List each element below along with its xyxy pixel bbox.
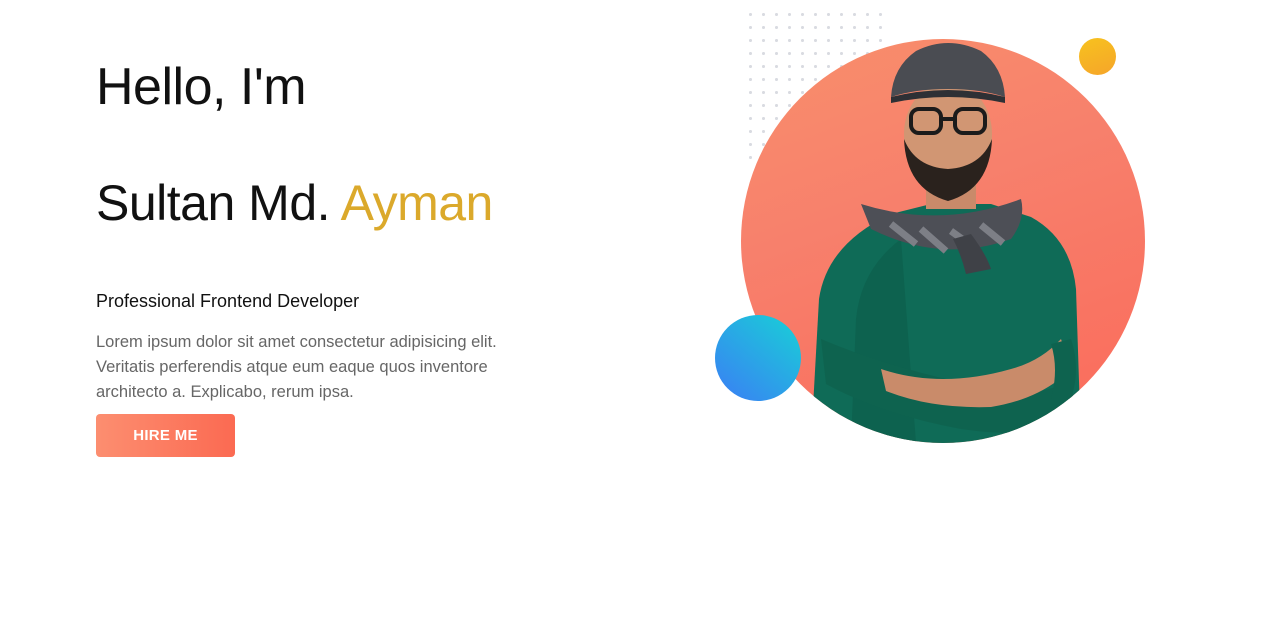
hero-greeting: Hello, I'm — [96, 58, 307, 116]
hero-section: Hello, I'm Sultan Md. Ayman Professional… — [0, 0, 1261, 643]
decor-circle-blue — [715, 315, 801, 401]
hero-role: Professional Frontend Developer — [96, 291, 360, 311]
person-portrait-icon — [811, 43, 1081, 443]
hero-bio: Lorem ipsum dolor sit amet consectetur a… — [96, 333, 497, 401]
decor-circle-yellow — [1079, 38, 1116, 75]
portrait-circle — [741, 39, 1145, 443]
hero-illustration — [700, 0, 1180, 460]
hire-me-button[interactable]: HIRE ME — [96, 414, 235, 457]
hero-name-first: Sultan Md. — [96, 175, 331, 231]
hero-text-block: Hello, I'm Sultan Md. Ayman Professional… — [96, 52, 576, 457]
hero-name: Sultan Md. Ayman — [96, 168, 576, 238]
hero-name-accent: Ayman — [340, 175, 494, 231]
